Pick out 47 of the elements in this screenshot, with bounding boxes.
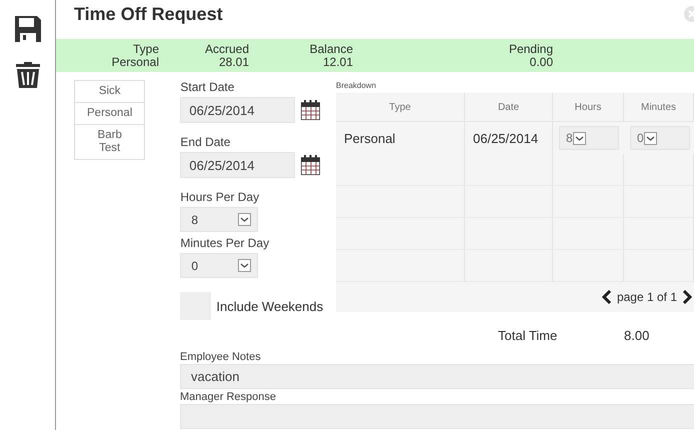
calendar-icon [301,100,320,120]
section-label: Breakdown [336,81,378,90]
delete-button[interactable] [16,62,40,88]
field-label: Manager Response [180,391,278,403]
field-label: Minutes Per Day [180,236,270,250]
total-value: 8.00 [624,328,650,343]
summary-label: Pending [508,43,553,56]
column-header: Type [336,93,465,121]
start-date-field[interactable]: 06/25/2014 [180,97,296,123]
manager-response-field[interactable] [180,404,694,429]
chevron-down-icon [644,132,657,144]
table-cell: Personal [336,122,465,154]
end-date-field[interactable]: 06/25/2014 [180,152,296,178]
summary-value: 0.00 [530,56,553,69]
trash-icon [16,62,40,88]
field-label: End Date [180,135,232,149]
window-title: Time Off Request [74,4,223,25]
calendar-icon [301,155,320,175]
table-cell: 06/25/2014 [465,122,553,154]
chevron-down-icon [238,259,252,272]
summary-label: Accrued [204,43,249,56]
hours-dropdown[interactable]: 8 [180,207,258,232]
field-label: Start Date [180,80,236,94]
employee-notes-field[interactable]: vacation [180,364,694,389]
previous-page-button[interactable] [602,290,612,304]
save-button[interactable] [14,16,40,42]
chevron-left-icon [602,290,612,304]
chevron-down-icon [238,213,252,226]
summary-value: 28.01 [218,56,249,69]
column-header: Hours [553,93,624,121]
total-label: Total Time [498,328,558,343]
chevron-right-icon [682,290,692,304]
hours-dropdown[interactable]: 8 [559,126,619,150]
minutes-dropdown[interactable]: 0 [630,126,690,150]
field-label: Employee Notes [180,351,262,363]
page-indicator: page 1 of 1 [616,290,677,304]
column-header: Date [465,93,553,121]
field-label: Hours Per Day [180,190,260,204]
chevron-down-icon [572,132,586,144]
minutes-dropdown[interactable]: 0 [180,253,258,278]
summary-label: Type [132,43,159,56]
column-header: Minutes [624,93,694,121]
next-page-button[interactable] [682,290,692,304]
summary-value: Personal [112,56,159,69]
summary-label: Balance [310,43,353,56]
summary-value: 12.01 [322,56,353,69]
checkbox-label: Include Weekends [216,298,324,314]
